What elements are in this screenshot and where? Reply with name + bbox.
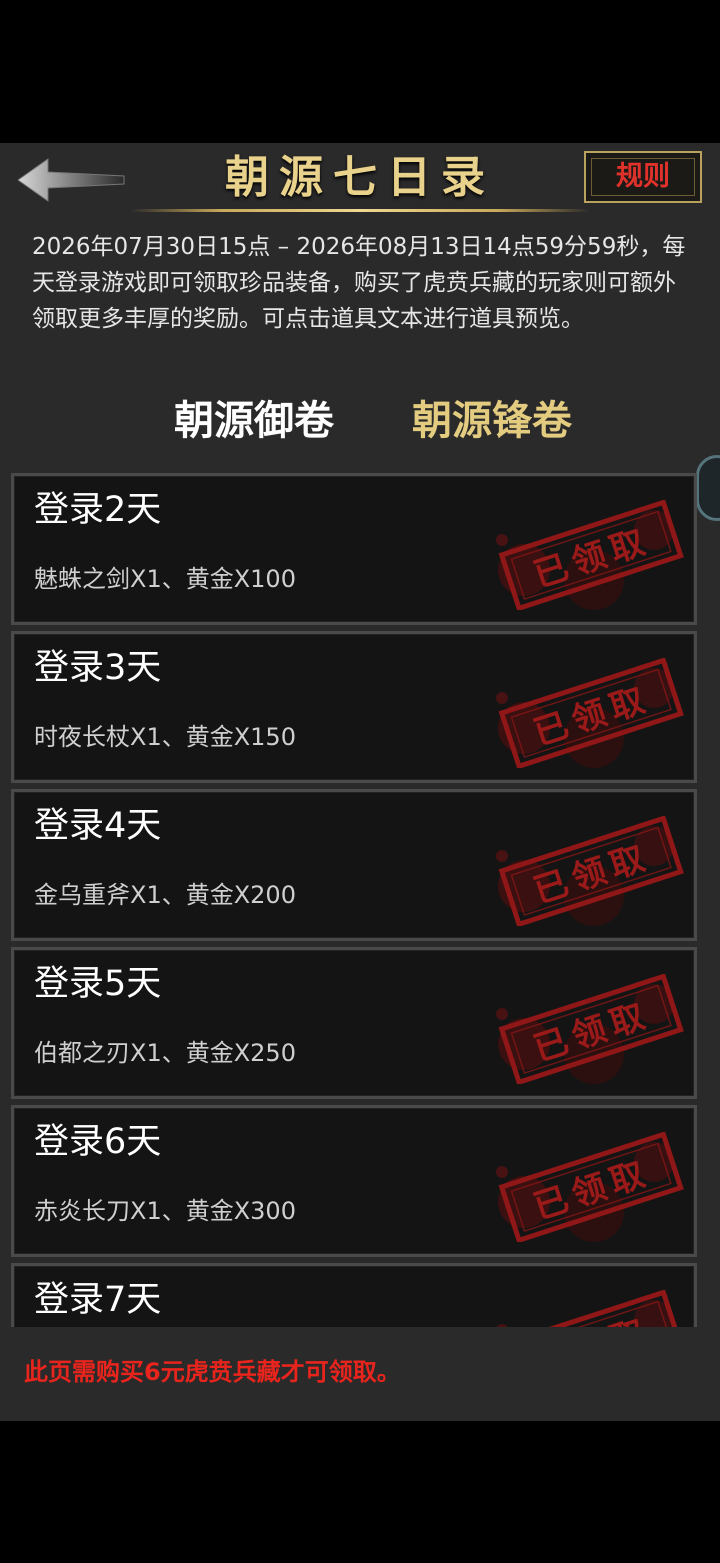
page-title: 朝源七日录 — [225, 152, 495, 203]
event-description: 2026年07月30日15点 – 2026年08月13日14点59分59秒，每天… — [32, 234, 686, 332]
login-day-card: 登录5天伯都之刃X1、黄金X250 已领取 — [11, 947, 697, 1099]
claimed-stamp-text: 已领取 — [529, 679, 655, 754]
claimed-stamp-text: 已领取 — [529, 837, 655, 912]
login-day-card: 登录2天魅蛛之剑X1、黄金X100 已领取 — [11, 473, 697, 625]
login-day-card: 登录7天已领取 — [11, 1263, 697, 1327]
title-underline — [130, 209, 590, 212]
login-day-title: 登录2天 — [34, 490, 162, 530]
login-day-title: 登录6天 — [34, 1122, 162, 1162]
claimed-stamp: 已领取 — [496, 974, 684, 1084]
login-day-card: 登录3天时夜长杖X1、黄金X150 已领取 — [11, 631, 697, 783]
back-button[interactable] — [17, 157, 128, 203]
claimed-stamp: 已领取 — [496, 1290, 684, 1327]
claimed-stamp-text: 已领取 — [529, 1311, 655, 1327]
login-day-title: 登录4天 — [34, 806, 162, 846]
claimed-stamp-text: 已领取 — [529, 521, 655, 596]
activity-panel: 朝源七日录 规则 2026年07月30日15点 – 2026年08月13日14点… — [0, 143, 720, 1421]
claimed-stamp-text: 已领取 — [529, 1153, 655, 1228]
reward-list[interactable]: 登录2天 魅蛛之剑X1、黄金X100 已领取 登录3天 时夜长杖X1、黄金X150 已领取… — [0, 471, 720, 1327]
login-day-title: 登录5天 — [34, 964, 162, 1004]
claimed-stamp-text: 已领取 — [529, 995, 655, 1070]
claimed-stamp: 已领取 — [496, 1132, 684, 1242]
reward-items-text[interactable]: 魅蛛之剑X1、黄金X100 — [34, 562, 296, 596]
claimed-stamp: 已领取 — [496, 816, 684, 926]
login-day-card: 登录4天金乌重斧X1、黄金X200 已领取 — [11, 789, 697, 941]
back-arrow-icon — [17, 158, 125, 202]
reward-items-text[interactable]: 时夜长杖X1、黄金X150 — [34, 720, 296, 754]
login-day-title: 登录3天 — [34, 648, 162, 688]
purchase-notice: 此页需购买6元虎贲兵藏才可领取。 — [24, 1358, 401, 1386]
reward-items-text[interactable]: 伯都之刃X1、黄金X250 — [34, 1036, 296, 1070]
rules-button[interactable]: 规则 — [584, 151, 702, 203]
reward-items-text[interactable]: 赤炎长刀X1、黄金X300 — [34, 1194, 296, 1228]
login-day-card: 登录6天赤炎长刀X1、黄金X300 已领取 — [11, 1105, 697, 1257]
claimed-stamp: 已领取 — [496, 658, 684, 768]
tab-vanguard-scroll[interactable]: 朝源锋卷 — [412, 395, 572, 447]
reward-items-text[interactable]: 金乌重斧X1、黄金X200 — [34, 878, 296, 912]
rules-button-label: 规则 — [616, 161, 670, 192]
claimed-stamp: 已领取 — [496, 500, 684, 610]
tab-imperial-scroll[interactable]: 朝源御卷 — [174, 395, 334, 447]
login-day-title: 登录7天 — [34, 1280, 162, 1320]
